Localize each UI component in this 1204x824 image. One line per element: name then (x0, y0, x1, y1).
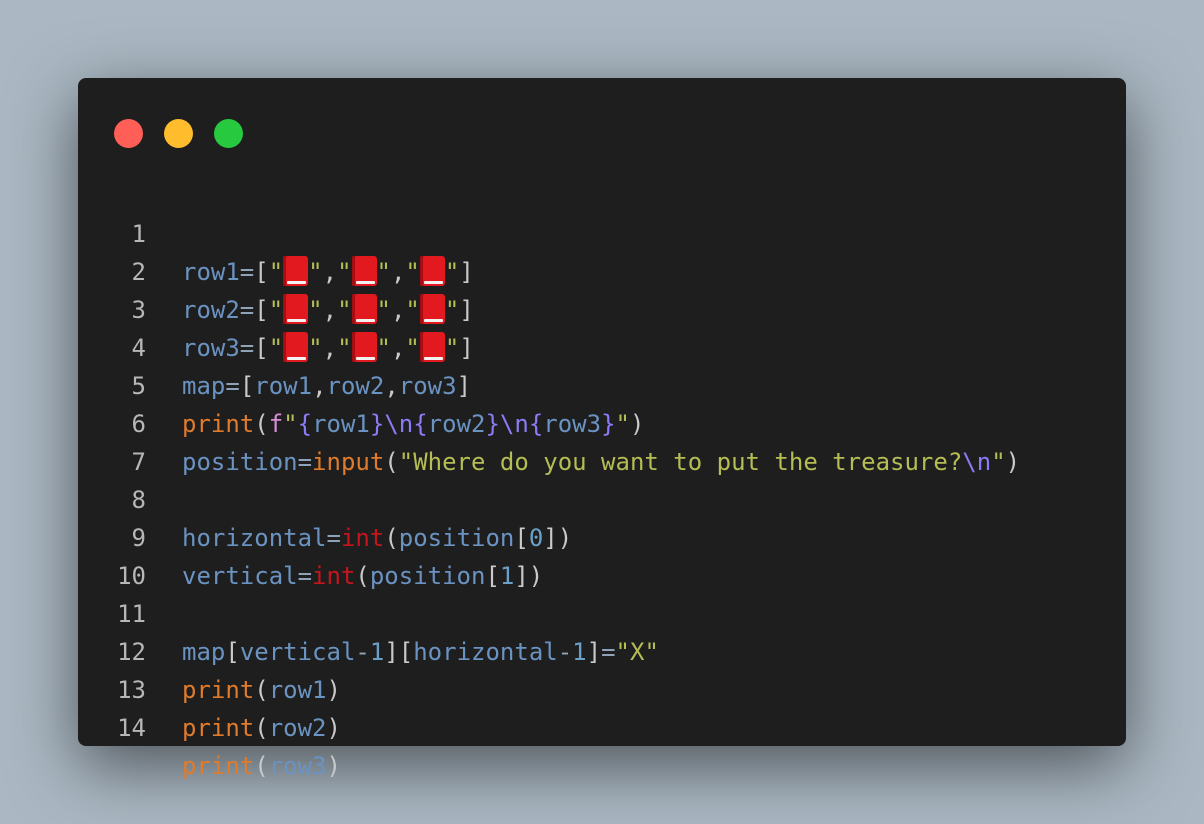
code-line-6: 6 position=input("Where do you want to p… (78, 367, 1126, 476)
code-line-11: 11 map[vertical-1][horizontal-1]="X" (78, 557, 1126, 666)
code-line-7: 7 (78, 405, 1126, 476)
code-line-10: 10 (78, 519, 1126, 590)
code-text: print(row2) (182, 714, 341, 742)
maximize-dot-icon[interactable] (214, 119, 243, 148)
code-line-9: 9 vertical=int(position[1]) (78, 481, 1126, 590)
close-dot-icon[interactable] (114, 119, 143, 148)
code-line-14: 14 print(row3) (78, 671, 1126, 780)
code-line-3: 3 row3=[" "," "," "] (78, 253, 1126, 362)
code-text: print(row3) (182, 752, 341, 780)
code-line-2: 2 row2=[" "," "," "] (78, 215, 1126, 324)
code-line-5: 5 print(f"{row1}\n{row2}\n{row3}") (78, 329, 1126, 438)
code-line-13: 13 print(row2) (78, 633, 1126, 742)
line-number: 14 (117, 714, 146, 742)
code-block: 1 row1=[" "," "," "] 2 row2=[" "," "," "] 3 ro… (78, 177, 1126, 780)
code-line-12: 12 print(row1) (78, 595, 1126, 704)
code-line-8: 8 horizontal=int(position[0]) (78, 443, 1126, 552)
minimize-dot-icon[interactable] (164, 119, 193, 148)
code-line-1: 1 row1=[" "," "," "] (78, 177, 1126, 286)
code-window: 1 row1=[" "," "," "] 2 row2=[" "," "," "] 3 ro… (78, 78, 1126, 780)
code-line-4: 4 map=[row1,row2,row3] (78, 291, 1126, 400)
